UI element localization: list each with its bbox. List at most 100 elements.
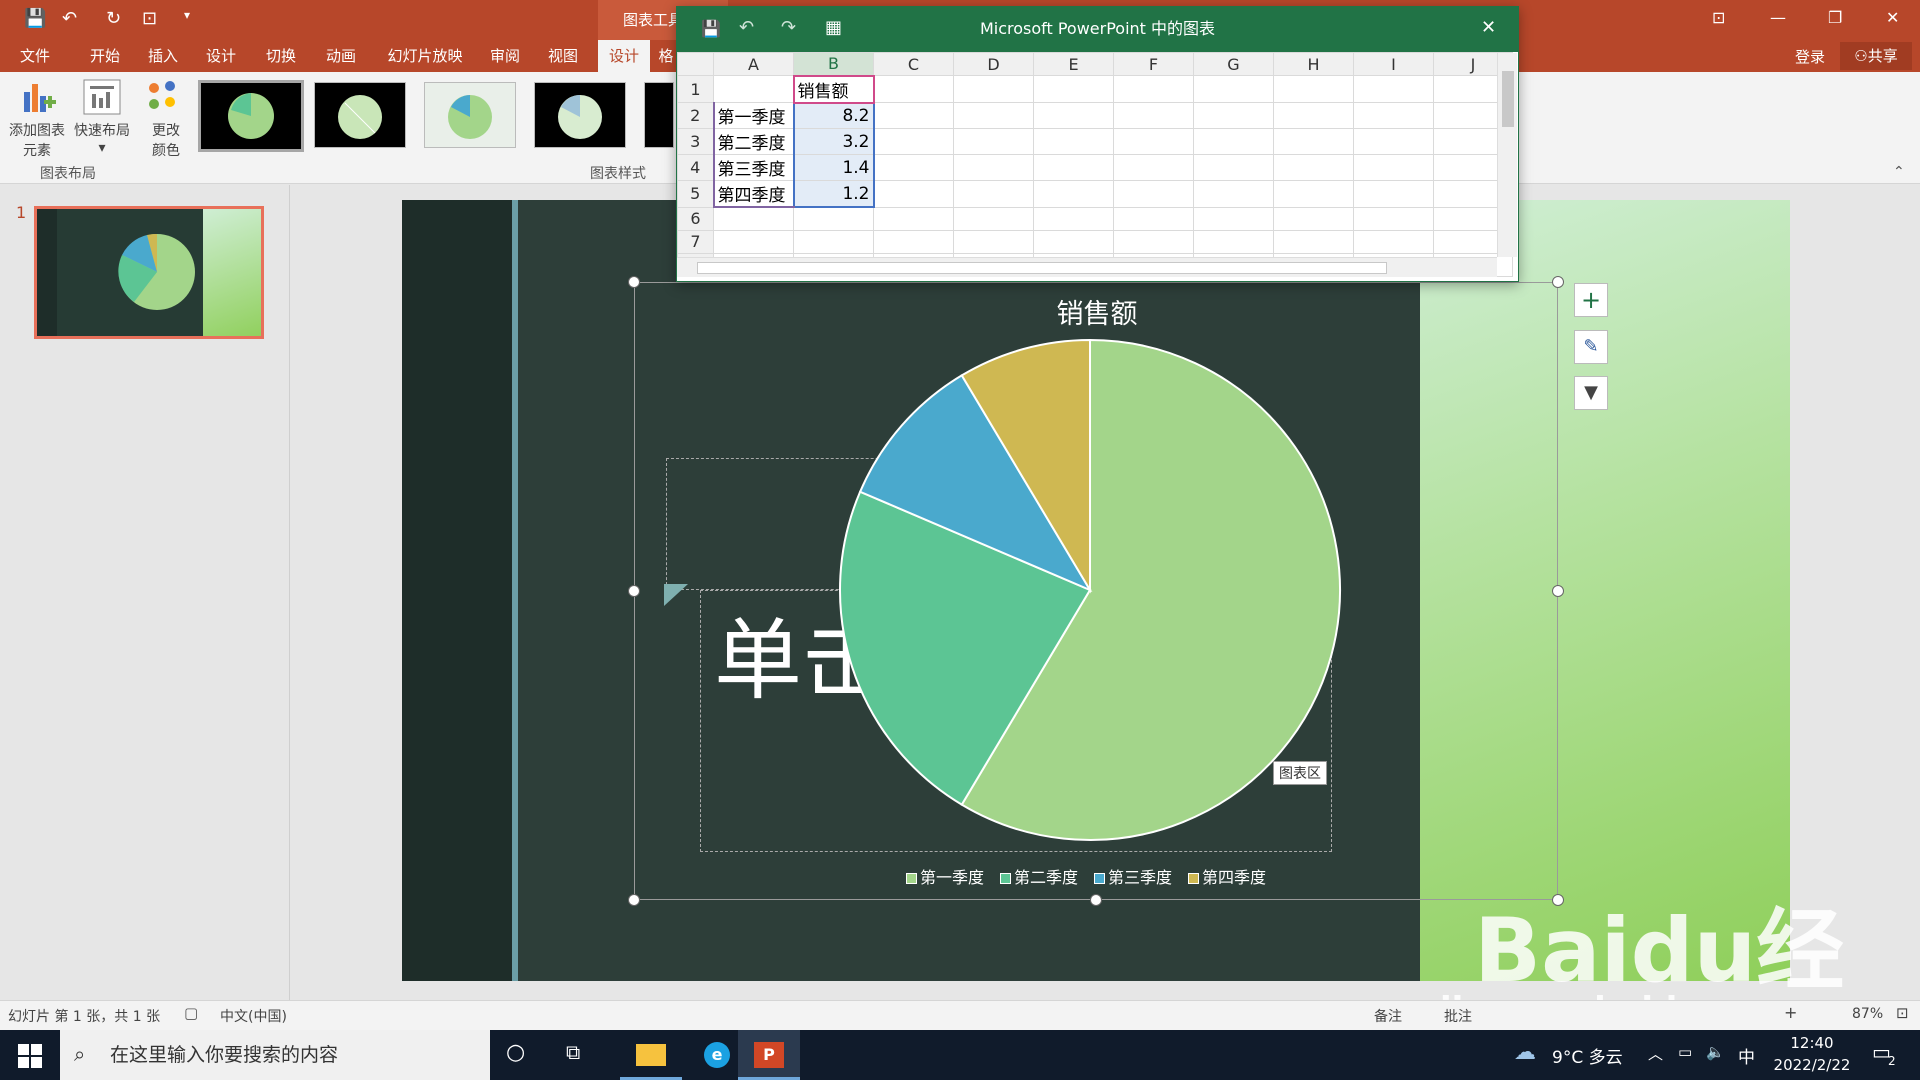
save-icon[interactable]: 💾 [24, 8, 46, 29]
add-chart-element-button[interactable]: 添加图表 元素 [6, 78, 68, 159]
row-header[interactable]: 4 [677, 154, 714, 181]
resize-handle-ml[interactable] [628, 585, 640, 597]
cell-label[interactable]: 第三季度 [712, 154, 794, 181]
change-colors-button[interactable]: 更改 颜色 [144, 78, 188, 159]
chart-style-4[interactable] [534, 82, 626, 148]
fit-slide-icon[interactable]: ⊡ [1896, 1004, 1909, 1022]
tab-view[interactable]: 视图 [538, 40, 588, 72]
chart-data-sheet-window[interactable]: Microsoft PowerPoint 中的图表 💾 ↶ ↷ ▦ ✕ A B … [676, 6, 1519, 282]
present-icon[interactable]: ⊡ [142, 8, 157, 29]
collapse-ribbon-icon[interactable]: ⌃ [1893, 164, 1905, 180]
undo-icon[interactable]: ↶ [62, 8, 77, 29]
volume-icon[interactable]: 🔈 [1706, 1043, 1725, 1061]
cell-label[interactable]: 第一季度 [712, 102, 794, 129]
tab-chart-design[interactable]: 设计 [598, 40, 650, 72]
resize-handle-bl[interactable] [628, 894, 640, 906]
col-header[interactable]: H [1273, 52, 1354, 76]
tab-transitions[interactable]: 切换 [256, 40, 306, 72]
chart-legend[interactable]: 第一季度 第二季度 第三季度 第四季度 [906, 864, 1306, 888]
cell-value[interactable]: 1.2 [792, 180, 875, 208]
col-header[interactable]: C [873, 52, 954, 76]
row-header[interactable]: 7 [677, 229, 714, 254]
pie-chart[interactable] [830, 330, 1350, 850]
tab-slideshow[interactable]: 幻灯片放映 [380, 40, 470, 72]
tab-insert[interactable]: 插入 [138, 40, 188, 72]
col-header[interactable]: A [713, 52, 794, 76]
customize-qat-icon[interactable]: ▾ [184, 8, 190, 22]
tab-chart-format[interactable]: 格式 [654, 40, 678, 72]
cell-a1[interactable] [713, 75, 794, 103]
sheet-save-icon[interactable]: 💾 [701, 19, 721, 38]
resize-handle-mr[interactable] [1552, 585, 1564, 597]
legend-item[interactable]: 第四季度 [1188, 864, 1266, 888]
windows-start-icon[interactable] [18, 1044, 42, 1068]
chart-filters-button[interactable]: ▼ [1574, 376, 1608, 410]
vertical-scroll-thumb[interactable] [1502, 71, 1514, 127]
ime-indicator[interactable]: 中 [1738, 1043, 1755, 1068]
row-header[interactable]: 6 [677, 206, 714, 231]
chart-title[interactable]: 销售额 [1000, 292, 1194, 331]
edit-in-excel-icon[interactable]: ▦ [825, 17, 842, 38]
cell-label[interactable]: 第四季度 [712, 180, 794, 208]
cell-value[interactable]: 3.2 [792, 128, 875, 155]
signin-link[interactable]: 登录 [1795, 46, 1825, 67]
tab-review[interactable]: 审阅 [480, 40, 530, 72]
quick-layout-button[interactable]: 快速布局 ▾ [70, 78, 134, 156]
chart-style-2[interactable] [314, 82, 406, 148]
resize-handle-tl[interactable] [628, 276, 640, 288]
sheet-close-icon[interactable]: ✕ [1481, 17, 1496, 38]
ribbon-display-icon[interactable]: ⊡ [1712, 8, 1725, 27]
cell-b1[interactable]: 销售额 [792, 74, 875, 104]
notes-button[interactable]: 备注 [1374, 1006, 1402, 1026]
cell-label[interactable]: 第二季度 [712, 128, 794, 155]
chart-styles-button[interactable]: ✎ [1574, 330, 1608, 364]
restore-icon[interactable]: ❐ [1828, 8, 1842, 27]
cell-value[interactable]: 1.4 [792, 154, 875, 181]
select-all-corner[interactable] [677, 52, 714, 76]
tab-animations[interactable]: 动画 [316, 40, 366, 72]
col-header[interactable]: B [793, 52, 874, 76]
legend-item[interactable]: 第三季度 [1094, 864, 1172, 888]
col-header[interactable]: I [1353, 52, 1434, 76]
clock-date[interactable]: 2022/2/22 [1764, 1056, 1860, 1074]
battery-icon[interactable]: ▭ [1678, 1043, 1692, 1061]
file-explorer-taskbar-button[interactable] [620, 1030, 682, 1080]
sheet-redo-icon[interactable]: ↷ [781, 17, 796, 38]
resize-handle-bm[interactable] [1090, 894, 1102, 906]
col-header[interactable]: E [1033, 52, 1114, 76]
zoom-in-icon[interactable]: + [1784, 1003, 1797, 1022]
legend-item[interactable]: 第一季度 [906, 864, 984, 888]
show-hidden-icons[interactable]: ︿ [1648, 1043, 1663, 1064]
chart-style-1[interactable] [198, 80, 304, 152]
chart-style-5[interactable] [644, 82, 674, 148]
clock-time[interactable]: 12:40 [1772, 1034, 1852, 1052]
language-status[interactable]: 中文(中国) [220, 1006, 287, 1026]
horizontal-scrollbar[interactable] [677, 257, 1497, 277]
tab-file[interactable]: 文件 [10, 40, 60, 72]
vertical-scrollbar[interactable] [1497, 53, 1517, 257]
sheet-undo-icon[interactable]: ↶ [739, 17, 754, 38]
cortana-icon[interactable]: ○ [506, 1040, 525, 1065]
taskbar-search-box[interactable]: 在这里输入你要搜索的内容 [60, 1030, 490, 1080]
tab-home[interactable]: 开始 [80, 40, 130, 72]
share-button[interactable]: ⚇共享 [1840, 42, 1912, 70]
zoom-level[interactable]: 87% [1852, 1006, 1883, 1022]
powerpoint-taskbar-button[interactable]: P [738, 1030, 800, 1080]
weather-text[interactable]: 9°C 多云 [1552, 1043, 1623, 1068]
task-view-icon[interactable]: ⧉ [566, 1040, 580, 1064]
redo-icon[interactable]: ↻ [106, 8, 121, 29]
horizontal-scroll-thumb[interactable] [697, 262, 1387, 274]
row-header[interactable]: 3 [677, 128, 714, 155]
minimize-icon[interactable]: — [1770, 8, 1786, 27]
row-header[interactable]: 2 [677, 102, 714, 129]
slide-thumbnail[interactable] [34, 206, 264, 339]
chart-style-3[interactable] [424, 82, 516, 148]
sheet-grid[interactable]: A B C D E F G H I J 1 销售额 2 第一季度 8.2 3 第… [677, 52, 1513, 277]
col-header[interactable]: D [953, 52, 1034, 76]
close-icon[interactable]: ✕ [1886, 8, 1899, 27]
cell-value[interactable]: 8.2 [792, 102, 875, 129]
legend-item[interactable]: 第二季度 [1000, 864, 1078, 888]
tab-design[interactable]: 设计 [196, 40, 246, 72]
row-header[interactable]: 5 [677, 180, 714, 208]
row-header[interactable]: 1 [677, 75, 714, 103]
